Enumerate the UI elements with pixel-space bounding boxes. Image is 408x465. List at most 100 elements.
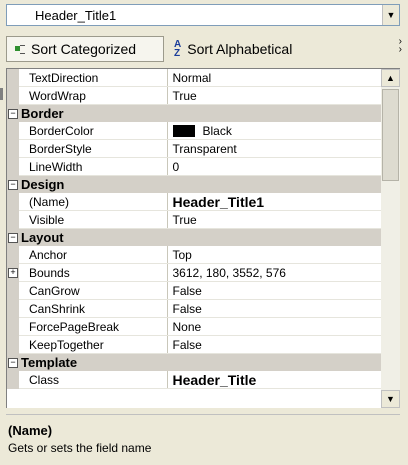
property-name: BorderColor — [19, 122, 168, 140]
alphabetical-sort-icon: AZ — [174, 39, 182, 59]
row-gutter — [7, 122, 19, 140]
property-value[interactable]: None — [167, 317, 381, 336]
property-value-text: Normal — [172, 70, 212, 85]
row-gutter — [7, 139, 19, 158]
category-row[interactable]: − Template — [7, 353, 381, 371]
property-row[interactable]: WordWrap True — [7, 86, 381, 105]
property-row[interactable]: Visible True — [7, 210, 381, 229]
property-value[interactable]: False — [167, 335, 381, 354]
property-value-text: True — [172, 88, 197, 103]
property-value-text: False — [172, 301, 202, 316]
property-value[interactable]: False — [167, 299, 381, 318]
property-toolbar: Sort Categorized AZ Sort Alphabetical › › — [6, 36, 402, 62]
property-value-text: 3612, 180, 3552, 576 — [172, 265, 286, 280]
property-name: (Name) — [19, 193, 168, 211]
category-label: Template — [19, 353, 381, 371]
property-value-text: Black — [202, 123, 232, 138]
collapse-icon[interactable]: − — [7, 228, 19, 246]
sort-alphabetical-button[interactable]: AZ Sort Alphabetical — [168, 36, 388, 62]
property-name: Bounds — [19, 263, 168, 282]
chevron-down-icon[interactable]: ▼ — [382, 5, 399, 25]
property-value[interactable]: True — [167, 86, 381, 105]
property-value-text: Header_Title1 — [172, 193, 265, 210]
scroll-up-icon[interactable]: ▲ — [381, 69, 400, 87]
row-gutter — [7, 371, 19, 389]
property-value[interactable]: Black — [167, 122, 381, 140]
toolbar-overflow-icon[interactable]: › › — [399, 37, 402, 55]
category-label: Layout — [19, 228, 381, 246]
description-title: (Name) — [8, 423, 53, 438]
description-text: Gets or sets the field name — [8, 441, 152, 455]
sort-categorized-button[interactable]: Sort Categorized — [6, 36, 164, 62]
sort-categorized-label: Sort Categorized — [31, 41, 137, 57]
property-name: Anchor — [19, 246, 168, 264]
property-value[interactable]: Normal — [167, 69, 381, 87]
property-value-text: Transparent — [172, 141, 237, 156]
property-name: WordWrap — [19, 86, 168, 105]
property-value-text: Top — [172, 247, 192, 262]
property-name: BorderStyle — [19, 139, 168, 158]
row-gutter — [7, 317, 19, 336]
property-name: LineWidth — [19, 157, 168, 176]
property-value[interactable]: Top — [167, 246, 381, 264]
property-row[interactable]: Class Header_Title — [7, 371, 381, 389]
description-pane: (Name) Gets or sets the field name — [6, 414, 400, 461]
property-row[interactable]: CanShrink False — [7, 299, 381, 318]
collapse-icon[interactable]: − — [7, 353, 19, 371]
row-gutter — [7, 281, 19, 300]
property-name: Visible — [19, 210, 168, 229]
property-value[interactable]: Transparent — [167, 139, 381, 158]
collapse-icon[interactable]: − — [7, 104, 19, 122]
property-row[interactable]: Anchor Top — [7, 246, 381, 264]
category-label: Border — [19, 104, 381, 122]
property-name: ForcePageBreak — [19, 317, 168, 336]
property-row[interactable]: LineWidth 0 — [7, 157, 381, 176]
row-gutter — [7, 299, 19, 318]
sort-alphabetical-label: Sort Alphabetical — [187, 41, 293, 57]
property-value[interactable]: Header_Title1 — [167, 193, 381, 211]
property-value[interactable]: 3612, 180, 3552, 576 — [167, 263, 381, 282]
category-row[interactable]: − Border — [7, 104, 381, 122]
property-value-text: None — [172, 319, 202, 334]
collapse-icon[interactable]: − — [7, 175, 19, 193]
property-row[interactable]: (Name) Header_Title1 — [7, 193, 381, 211]
row-gutter — [7, 335, 19, 354]
property-value-text: False — [172, 283, 202, 298]
property-name: CanShrink — [19, 299, 168, 318]
row-gutter — [7, 157, 19, 176]
property-row[interactable]: CanGrow False — [7, 281, 381, 300]
row-gutter — [7, 193, 19, 211]
property-value-text: True — [172, 212, 197, 227]
object-selector-combo[interactable]: Header_Title1 ▼ — [6, 4, 400, 26]
row-gutter — [7, 69, 19, 87]
property-row[interactable]: ForcePageBreak None — [7, 317, 381, 336]
property-value[interactable]: Header_Title — [167, 371, 381, 389]
property-grid: TextDirection Normal WordWrap True − Border Bo… — [6, 68, 381, 408]
category-label: Design — [19, 175, 381, 193]
scroll-down-icon[interactable]: ▼ — [381, 390, 400, 408]
property-row[interactable]: KeepTogether False — [7, 335, 381, 354]
property-name: Class — [19, 371, 168, 389]
property-grid-scrollbar[interactable]: ▲ ▼ — [381, 68, 400, 408]
category-row[interactable]: − Layout — [7, 228, 381, 246]
category-row[interactable]: − Design — [7, 175, 381, 193]
property-value[interactable]: False — [167, 281, 381, 300]
categorized-icon — [15, 44, 25, 54]
property-value-text: Header_Title — [172, 371, 257, 388]
property-name: KeepTogether — [19, 335, 168, 354]
row-gutter — [7, 86, 19, 105]
property-value-text: False — [172, 337, 202, 352]
property-row[interactable]: TextDirection Normal — [7, 69, 381, 87]
row-gutter — [7, 246, 19, 264]
property-value[interactable]: 0 — [167, 157, 381, 176]
property-row[interactable]: BorderStyle Transparent — [7, 139, 381, 158]
object-selector-value: Header_Title1 — [35, 8, 117, 23]
scrollbar-thumb[interactable] — [382, 89, 399, 181]
expand-icon[interactable]: + — [7, 263, 19, 282]
property-name: CanGrow — [19, 281, 168, 300]
color-swatch — [172, 125, 195, 138]
property-value[interactable]: True — [167, 210, 381, 229]
property-row[interactable]: + Bounds 3612, 180, 3552, 576 — [7, 263, 381, 282]
property-row[interactable]: BorderColor Black — [7, 122, 381, 140]
property-name: TextDirection — [19, 69, 168, 87]
